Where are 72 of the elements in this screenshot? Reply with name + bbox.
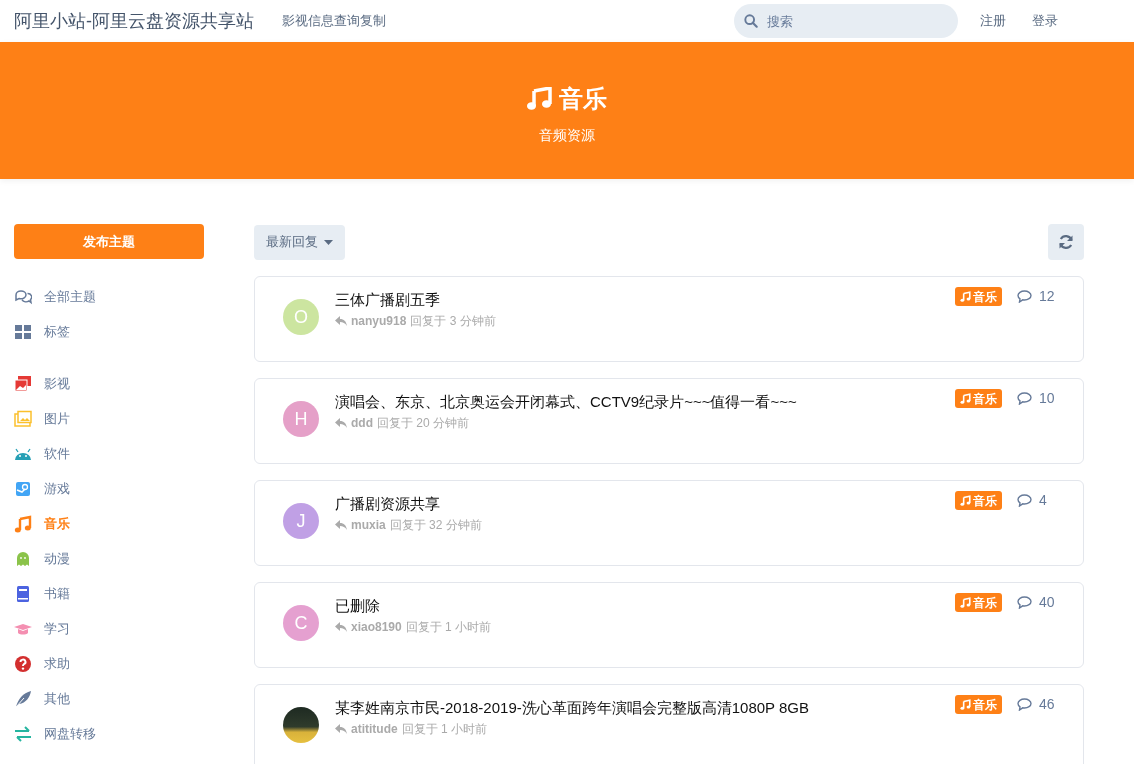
header-link[interactable]: 注册: [980, 11, 1006, 31]
sidebar-item[interactable]: 游戏: [14, 471, 204, 506]
music-note-icon: [960, 393, 971, 404]
avatar: H: [283, 401, 319, 437]
comment-icon: [1017, 392, 1032, 405]
reply-icon: [335, 622, 347, 632]
music-note-icon: [960, 495, 971, 506]
avatar: J: [283, 503, 319, 539]
discussion-title[interactable]: 广播剧资源共享: [335, 493, 847, 515]
discussion-title[interactable]: 某李姓南京市民-2018-2019-洗心革面跨年演唱会完整版高清1080P 8GB: [335, 697, 847, 719]
music-note-icon: [960, 597, 971, 608]
tag-label[interactable]: 音乐: [955, 593, 1002, 612]
refresh-icon: [1058, 234, 1074, 250]
comment-icon: [1017, 698, 1032, 711]
reply-icon: [335, 520, 347, 530]
reply-time: 回复于 3 分钟前: [410, 313, 496, 330]
reply-count: 4: [1039, 491, 1047, 510]
avatar: O: [283, 299, 319, 335]
caret-icon: [324, 239, 333, 245]
sidebar-item[interactable]: 求助: [14, 646, 204, 681]
start-discussion-button[interactable]: 发布主题: [14, 224, 204, 259]
reply-icon: [335, 418, 347, 428]
comment-icon: [1017, 290, 1032, 303]
discussion-card[interactable]: H 演唱会、东京、北京奥运会开闭幕式、CCTV9纪录片~~~值得一看~~~ ddd 回复于 20 分钟前 音乐 10: [254, 378, 1084, 464]
tag-label[interactable]: 音乐: [955, 491, 1002, 510]
discussion-title[interactable]: 演唱会、东京、北京奥运会开闭幕式、CCTV9纪录片~~~值得一看~~~: [335, 391, 847, 413]
reply-time: 回复于 1 小时前: [405, 619, 492, 636]
header-link[interactable]: 登录: [1032, 11, 1058, 31]
reply-time: 回复于 1 小时前: [401, 721, 487, 738]
sidebar-item[interactable]: 音乐: [14, 506, 204, 541]
discussion-card[interactable]: C 已删除 xiao8190 回复于 1 小时前 音乐 40: [254, 582, 1084, 668]
sidebar-item[interactable]: 标签: [14, 314, 204, 349]
reply-icon: [335, 724, 347, 734]
music-note-icon: [960, 699, 971, 710]
discussion-title[interactable]: 已删除: [335, 595, 847, 617]
reply-count: 12: [1039, 287, 1055, 306]
music-note-icon: [960, 291, 971, 302]
music-note-icon: [527, 87, 553, 111]
site-title[interactable]: 阿里小站-阿里云盘资源共享站: [14, 7, 254, 35]
reply-time: 回复于 32 分钟前: [389, 517, 482, 534]
search-field[interactable]: 搜索: [734, 4, 958, 38]
sidebar-item[interactable]: 动漫: [14, 541, 204, 576]
discussion-card[interactable]: O 三体广播剧五季 nanyu918 回复于 3 分钟前 音乐 12: [254, 276, 1084, 362]
sidebar-item[interactable]: 影视: [14, 366, 204, 401]
sidebar-item[interactable]: 书籍: [14, 576, 204, 611]
reply-count: 10: [1039, 389, 1055, 408]
reply-count: 46: [1039, 695, 1055, 714]
discussion-card[interactable]: 某李姓南京市民-2018-2019-洗心革面跨年演唱会完整版高清1080P 8GB atititude 回复于 1 小时前 音乐 46: [254, 684, 1084, 764]
tag-label[interactable]: 音乐: [955, 389, 1002, 408]
sidebar-item[interactable]: 学习: [14, 611, 204, 646]
discussion-card[interactable]: J 广播剧资源共享 muxia 回复于 32 分钟前 音乐 4: [254, 480, 1084, 566]
comment-icon: [1017, 596, 1032, 609]
sidebar-item[interactable]: 软件: [14, 436, 204, 471]
sidebar-item[interactable]: 网盘转移: [14, 716, 204, 751]
reply-time: 回复于 20 分钟前: [377, 415, 469, 432]
avatar-photo-placeholder: [283, 707, 319, 743]
comment-icon: [1017, 494, 1032, 507]
hero-title: 音乐: [559, 84, 607, 114]
sidebar-item[interactable]: 全部主题: [14, 279, 204, 314]
discussion-title[interactable]: 三体广播剧五季: [335, 289, 847, 311]
tag-label[interactable]: 音乐: [955, 695, 1002, 714]
hero-subtitle: 音频资源: [539, 126, 595, 145]
sidebar-item[interactable]: 图片: [14, 401, 204, 436]
sidebar-item[interactable]: 其他: [14, 681, 204, 716]
avatar: C: [283, 605, 319, 641]
reply-icon: [335, 316, 347, 326]
refresh-button[interactable]: [1048, 224, 1084, 260]
tag-label[interactable]: 音乐: [955, 287, 1002, 306]
search-icon: [744, 14, 758, 28]
reply-count: 40: [1039, 593, 1055, 612]
nav-link[interactable]: 影视信息查询复制: [282, 11, 386, 31]
sort-dropdown[interactable]: 最新回复: [254, 224, 345, 260]
